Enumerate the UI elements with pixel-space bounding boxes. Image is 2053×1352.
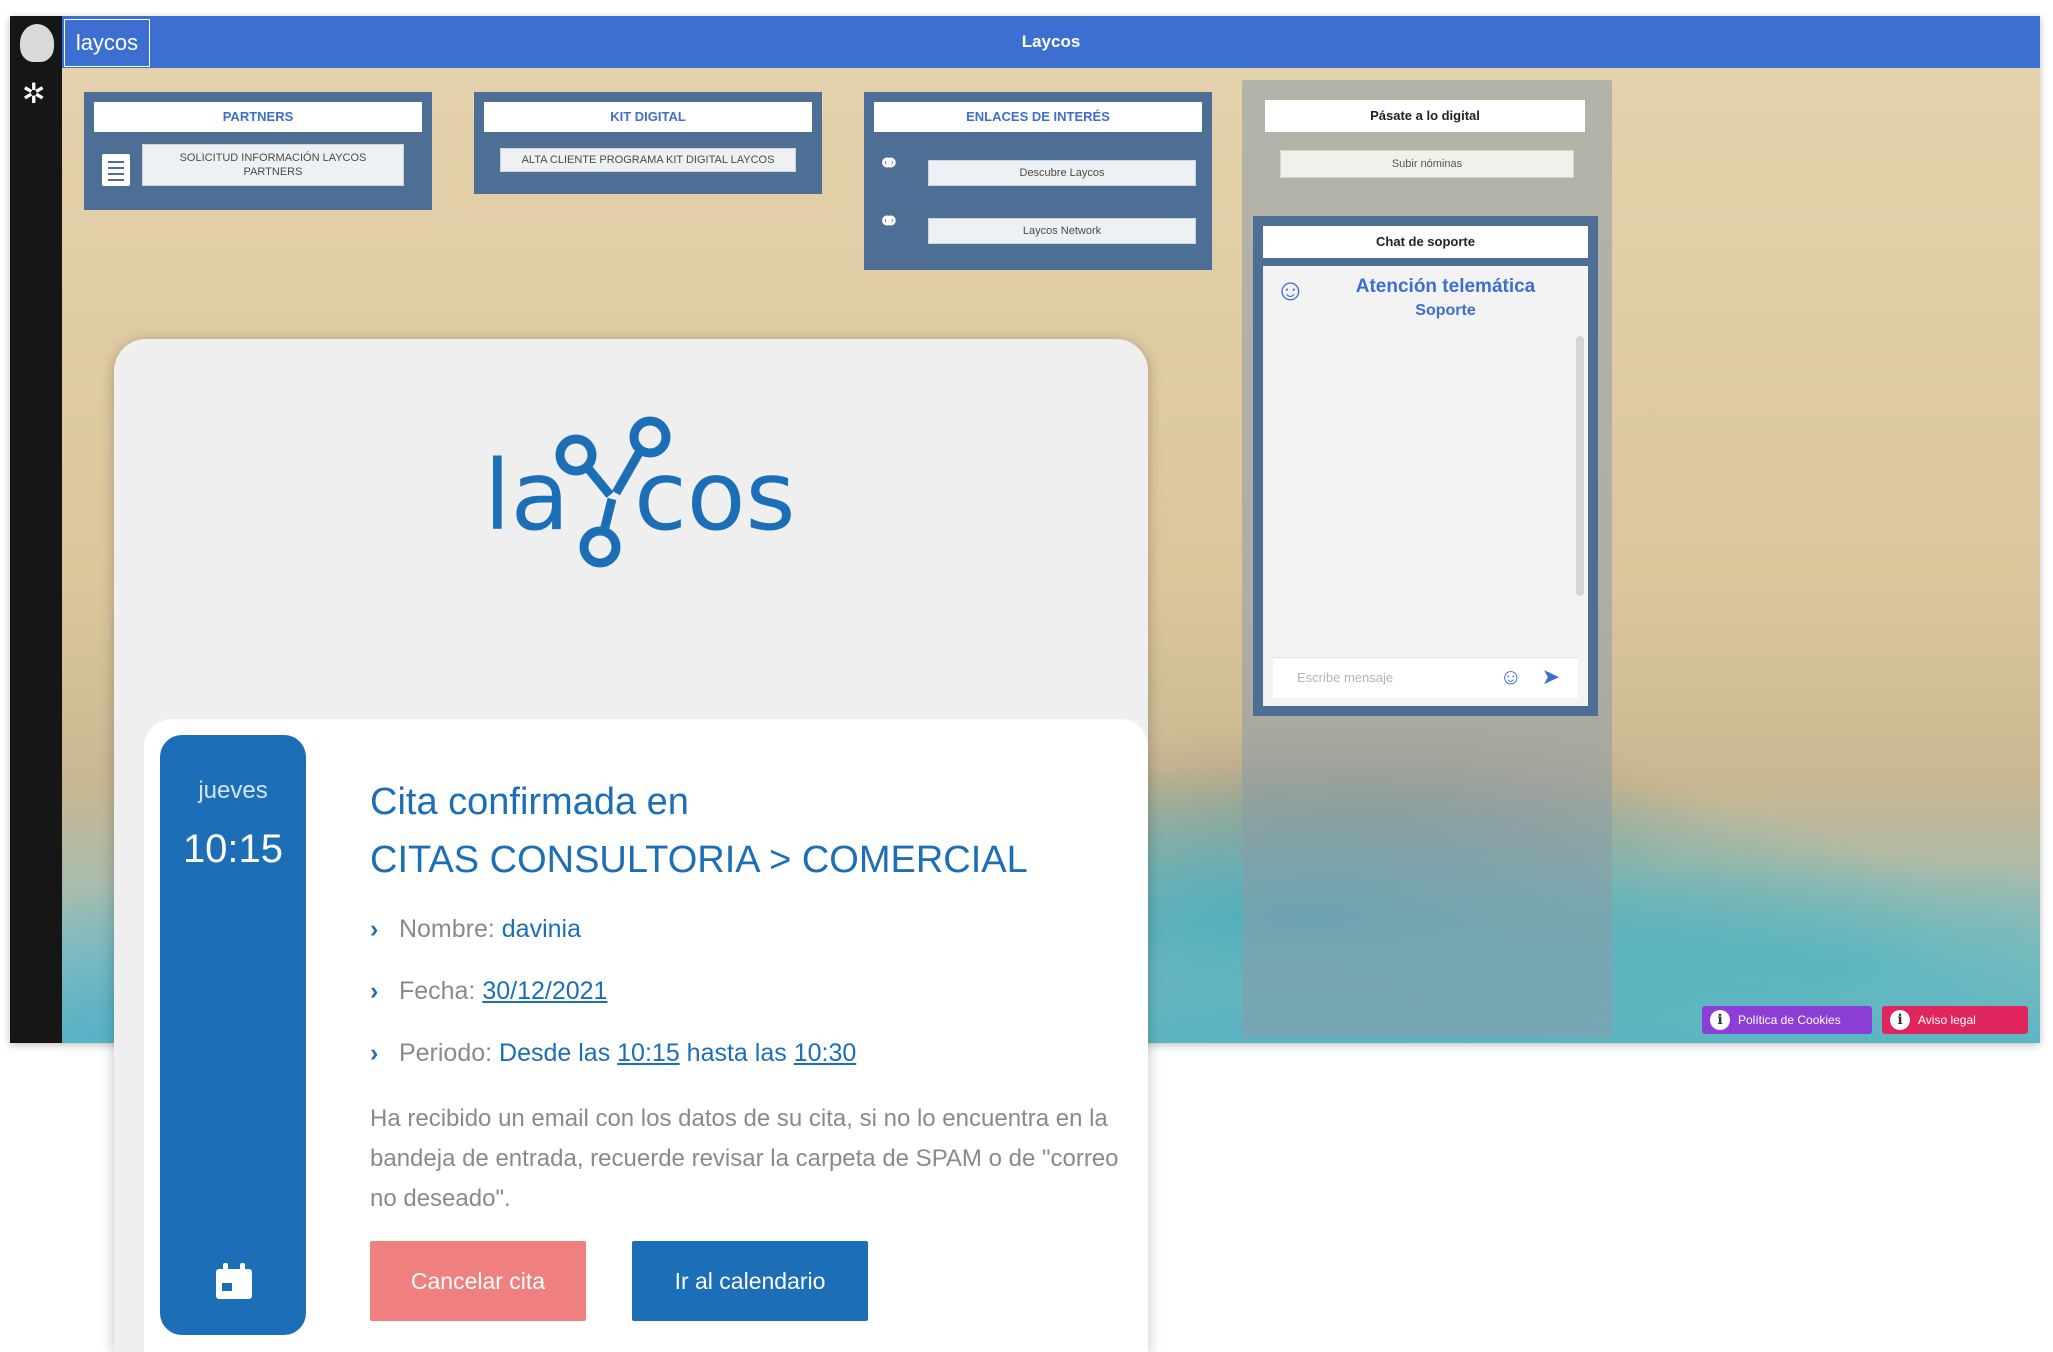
chat-scrollbar[interactable] <box>1576 336 1584 596</box>
chat-body: ☺ Atención telemática Soporte Escribe me… <box>1263 266 1588 706</box>
chat-title: Chat de soporte <box>1263 226 1588 258</box>
confirmation-title: Cita confirmada en <box>370 781 689 823</box>
appointment-time: 10:15 <box>182 827 284 871</box>
chevron-right-icon: › <box>370 915 379 943</box>
date-column: jueves 10:15 <box>160 735 306 1335</box>
link-icon: ⚭ <box>878 148 900 178</box>
support-chat: Chat de soporte ☺ Atención telemática So… <box>1253 216 1598 716</box>
top-bar: Laycos <box>62 16 2040 68</box>
kit-digital-title: KIT DIGITAL <box>484 102 812 132</box>
info-icon: i <box>1710 1010 1730 1030</box>
kit-digital-panel: KIT DIGITAL ALTA CLIENTE PROGRAMA KIT DI… <box>474 92 822 194</box>
left-sidebar: ✲ <box>10 16 62 1043</box>
laycos-logo: la cos <box>484 416 796 568</box>
links-panel: ENLACES DE INTERÉS ⚭ Descubre Laycos ⚭ L… <box>864 92 1212 270</box>
legal-notice-button[interactable]: i Aviso legal <box>1882 1006 2028 1034</box>
links-title: ENLACES DE INTERÉS <box>874 102 1202 132</box>
period-to-text: hasta las <box>686 1039 787 1067</box>
form-icon <box>102 154 130 186</box>
logo-text-cos: cos <box>634 440 796 552</box>
chat-message-input[interactable]: Escribe mensaje ☺ ➤ <box>1273 657 1578 698</box>
asterisk-icon[interactable]: ✲ <box>22 80 45 108</box>
name-row: › Nombre: davinia <box>370 915 581 944</box>
period-from-text: Desde las <box>499 1039 611 1067</box>
send-icon[interactable]: ➤ <box>1542 664 1560 690</box>
chat-agent-name: Atención telemática <box>1355 276 1536 297</box>
cookies-policy-label: Política de Cookies <box>1738 1013 1841 1027</box>
cancel-appointment-button[interactable]: Cancelar cita <box>370 1241 586 1321</box>
digital-title: Pásate a lo digital <box>1265 100 1585 132</box>
confirmation-service: CITAS CONSULTORIA > COMERCIAL <box>370 839 1028 881</box>
appointment-details: jueves 10:15 Cita confirmada en CITAS CO… <box>144 719 1148 1352</box>
header-logo[interactable]: laycos <box>64 19 150 67</box>
user-avatar[interactable] <box>20 24 54 62</box>
info-icon: i <box>1890 1010 1910 1030</box>
period-row: › Periodo: Desde las 10:15 hasta las 10:… <box>370 1039 856 1068</box>
chat-agent-role: Soporte <box>1415 302 1476 319</box>
calendar-icon <box>216 1263 252 1299</box>
app-title: Laycos <box>1021 32 1081 51</box>
partners-title: PARTNERS <box>94 102 422 132</box>
chevron-right-icon: › <box>370 1039 379 1067</box>
name-value: davinia <box>501 915 582 943</box>
date-value[interactable]: 30/12/2021 <box>482 977 607 1005</box>
legal-notice-label: Aviso legal <box>1918 1013 1976 1027</box>
name-label: Nombre: <box>398 915 495 943</box>
upload-payroll-button[interactable]: Subir nóminas <box>1280 150 1574 178</box>
date-row: › Fecha: 30/12/2021 <box>370 977 607 1006</box>
date-label: Fecha: <box>398 977 476 1005</box>
chat-placeholder: Escribe mensaje <box>1297 670 1394 685</box>
period-start[interactable]: 10:15 <box>617 1039 680 1067</box>
chevron-right-icon: › <box>370 977 379 1005</box>
partners-info-button[interactable]: SOLICITUD INFORMACIÓN LAYCOS PARTNERS <box>142 144 404 186</box>
support-agent-icon: ☺ <box>1275 274 1306 307</box>
go-to-calendar-button[interactable]: Ir al calendario <box>632 1241 868 1321</box>
weekday: jueves <box>198 777 268 804</box>
partners-panel: PARTNERS SOLICITUD INFORMACIÓN LAYCOS PA… <box>84 92 432 210</box>
email-note: Ha recibido un email con los datos de su… <box>370 1105 1119 1212</box>
link-icon: ⚭ <box>878 206 900 236</box>
link-descubre-laycos[interactable]: Descubre Laycos <box>928 160 1196 186</box>
kit-digital-button[interactable]: ALTA CLIENTE PROGRAMA KIT DIGITAL LAYCOS <box>500 148 796 172</box>
cookies-policy-button[interactable]: i Política de Cookies <box>1702 1006 1872 1034</box>
period-end[interactable]: 10:30 <box>794 1039 857 1067</box>
period-label: Periodo: <box>398 1039 493 1067</box>
link-laycos-network[interactable]: Laycos Network <box>928 218 1196 244</box>
appointment-card: la cos jueves 10:15 Cita confirmada en C… <box>114 339 1148 1352</box>
emoji-icon[interactable]: ☺ <box>1500 664 1522 690</box>
